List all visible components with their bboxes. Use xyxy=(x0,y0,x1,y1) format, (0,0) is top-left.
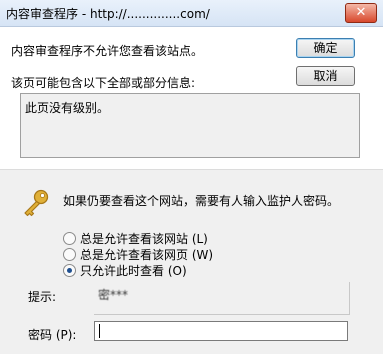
close-button[interactable]: ✕ xyxy=(345,3,377,23)
password-input[interactable] xyxy=(94,321,348,341)
hint-box: 密*** xyxy=(94,282,350,315)
radio-button[interactable] xyxy=(63,248,76,261)
cancel-button[interactable]: 取消 xyxy=(296,66,355,86)
radio-button-checked[interactable] xyxy=(63,264,76,277)
radio-allow-site[interactable]: 总是允许查看该网站 (L) xyxy=(63,230,208,246)
radio-label: 总是允许查看该网站 (L) xyxy=(80,232,208,246)
details-text: 此页没有级别。 xyxy=(25,101,110,115)
key-icon xyxy=(24,189,49,217)
ok-button[interactable]: 确定 xyxy=(296,38,355,58)
radio-allow-once[interactable]: 只允许此时查看 (O) xyxy=(63,262,187,278)
close-icon: ✕ xyxy=(355,5,367,20)
radio-label: 总是允许查看该网页 (W) xyxy=(80,248,214,262)
radio-label: 只允许此时查看 (O) xyxy=(80,264,187,278)
override-prompt: 如果仍要查看这个网站，需要有人输入监护人密码。 xyxy=(63,194,340,208)
details-box: 此页没有级别。 xyxy=(20,93,360,158)
text-caret xyxy=(99,324,100,338)
title-bar: 内容审查程序 - http://..............com/ ✕ xyxy=(0,0,383,27)
radio-button[interactable] xyxy=(63,232,76,245)
password-label: 密码 (P): xyxy=(28,328,77,342)
window-title-text: 内容审查程序 - http://..............com/ xyxy=(6,7,210,21)
hint-label: 提示: xyxy=(28,290,57,304)
radio-allow-page[interactable]: 总是允许查看该网页 (W) xyxy=(63,246,213,262)
blocked-message: 内容审查程序不允许您查看该站点。 xyxy=(11,44,204,58)
hint-value: 密*** xyxy=(98,288,129,302)
info-message: 该页可能包含以下全部或部分信息: xyxy=(11,76,196,90)
window-title: 内容审查程序 - http://..............com/ xyxy=(6,5,210,22)
